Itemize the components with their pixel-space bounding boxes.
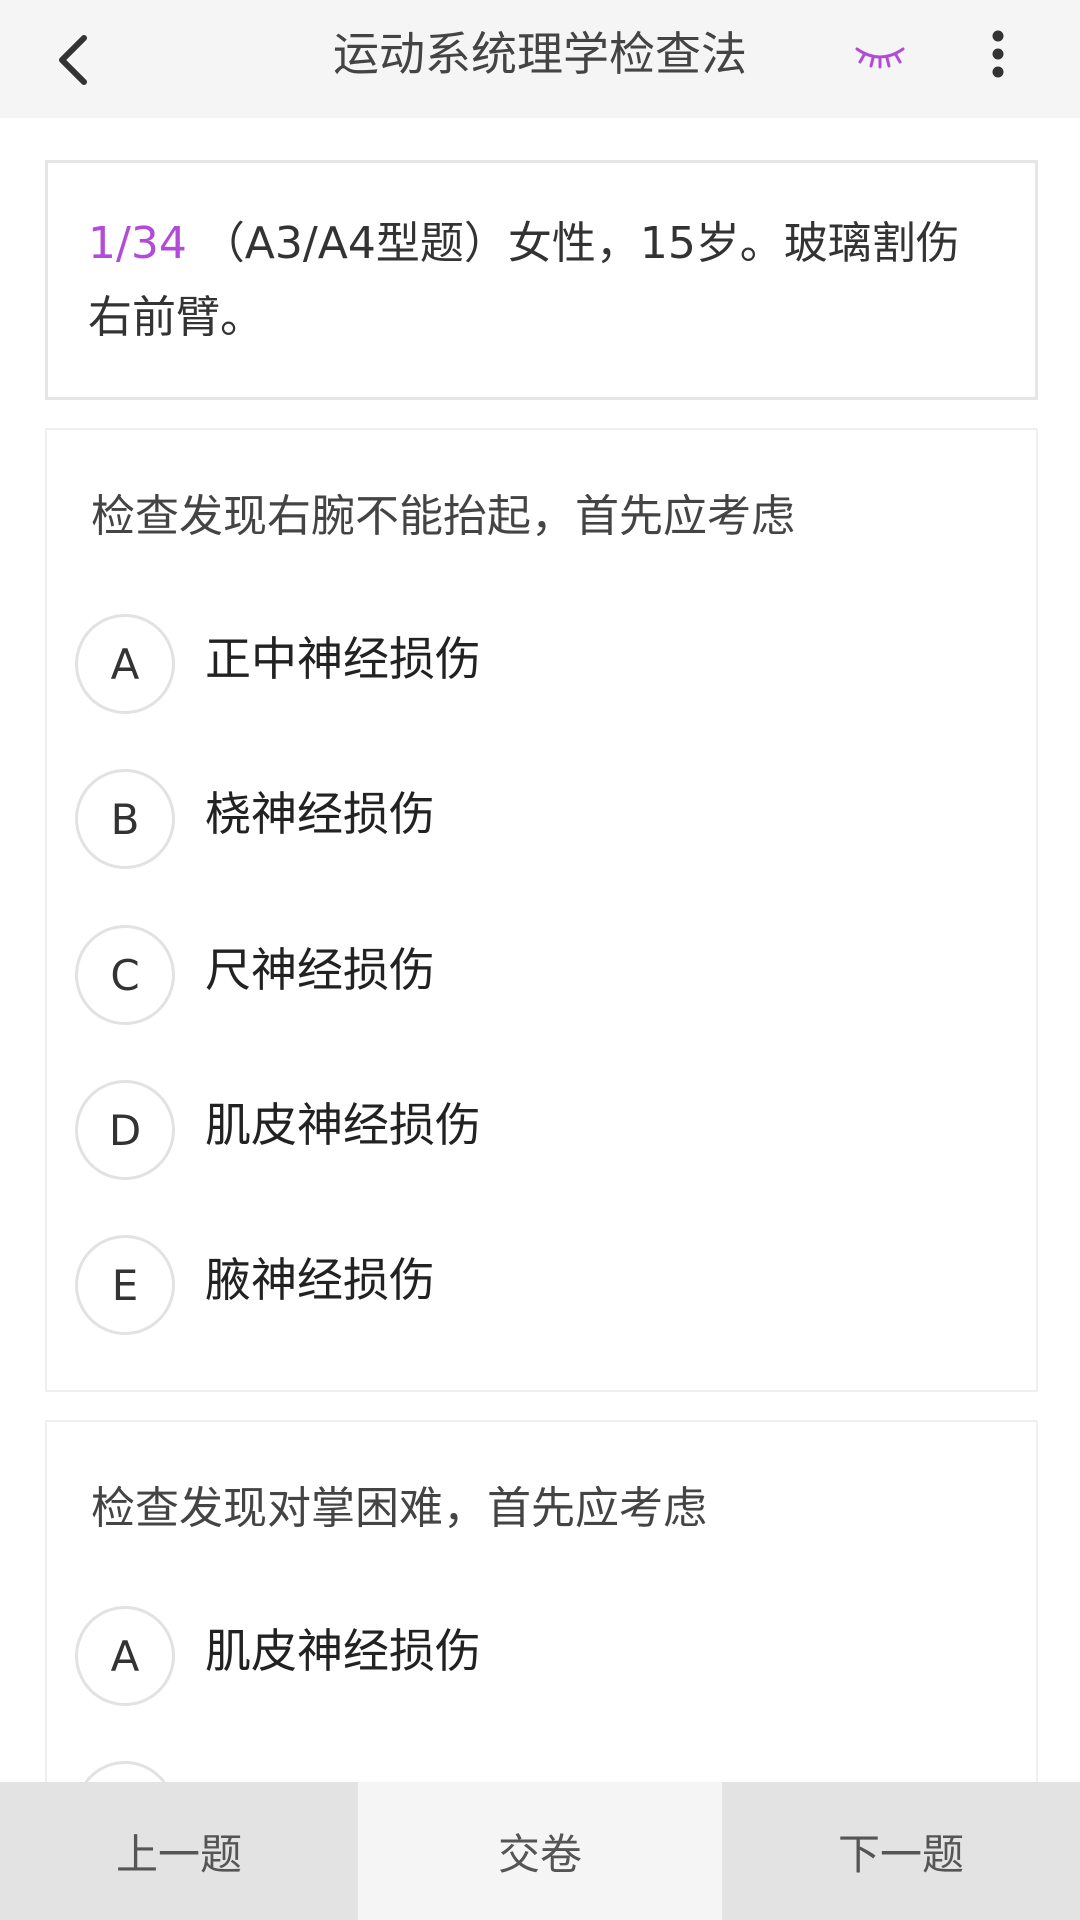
option-text: 肌皮神经损伤 (205, 1624, 481, 1678)
question-stem: 1/34 （A3/A4型题）女性，15岁。玻璃割伤右前臂。 (88, 207, 995, 355)
top-bar: 运动系统理学检查法 (0, 0, 1080, 118)
option-key: B (75, 769, 175, 869)
back-button[interactable] (36, 22, 112, 98)
exam-screen: 运动系统理学检查法 1/34 （A3/A4型题）女性，15岁。玻璃割伤右前臂。 … (0, 0, 1080, 1920)
option-e[interactable]: E 腋神经损伤 (75, 1235, 1005, 1335)
previous-question-button[interactable]: 上一题 (0, 1782, 358, 1920)
page-title: 运动系统理学检查法 (333, 27, 747, 81)
submit-exam-button[interactable]: 交卷 (358, 1782, 722, 1920)
option-key: A (75, 1606, 175, 1706)
stem-text: （A3/A4型题）女性，15岁。玻璃割伤右前臂。 (88, 218, 960, 343)
option-text: 肌皮神经损伤 (205, 1098, 481, 1152)
more-options-button[interactable] (968, 20, 1028, 88)
question-counter: 1/34 (88, 218, 187, 269)
sub-question-text: 检查发现右腕不能抬起，首先应考虑 (91, 491, 795, 542)
next-question-button[interactable]: 下一题 (722, 1782, 1080, 1920)
question-stem-card: 1/34 （A3/A4型题）女性，15岁。玻璃割伤右前臂。 (45, 160, 1038, 400)
option-text: 正中神经损伤 (205, 632, 481, 686)
option-text: 腋神经损伤 (205, 1253, 435, 1307)
eye-closed-icon (855, 47, 905, 69)
option-key: A (75, 614, 175, 714)
option-d[interactable]: D 肌皮神经损伤 (75, 1080, 1005, 1180)
option-text: 桡神经损伤 (205, 787, 435, 841)
sub-question-text: 检查发现对掌困难，首先应考虑 (91, 1483, 707, 1534)
bottom-nav-bar: 上一题 交卷 下一题 (0, 1782, 1080, 1920)
option-key: E (75, 1235, 175, 1335)
option-b[interactable]: B 桡神经损伤 (75, 769, 1005, 869)
option-key: C (75, 925, 175, 1025)
option-a[interactable]: A 正中神经损伤 (75, 614, 1005, 714)
more-vertical-icon (992, 30, 1004, 78)
option-a[interactable]: A 肌皮神经损伤 (75, 1606, 1005, 1706)
option-text: 尺神经损伤 (205, 943, 435, 997)
sub-question-card: 检查发现对掌困难，首先应考虑 A 肌皮神经损伤 B 腋神经损伤 (45, 1420, 1038, 1861)
toggle-answer-button[interactable] (845, 30, 915, 80)
option-key: D (75, 1080, 175, 1180)
sub-question-card: 检查发现右腕不能抬起，首先应考虑 A 正中神经损伤 B 桡神经损伤 C 尺神经损… (45, 428, 1038, 1392)
chevron-left-icon (59, 35, 87, 85)
option-c[interactable]: C 尺神经损伤 (75, 925, 1005, 1025)
